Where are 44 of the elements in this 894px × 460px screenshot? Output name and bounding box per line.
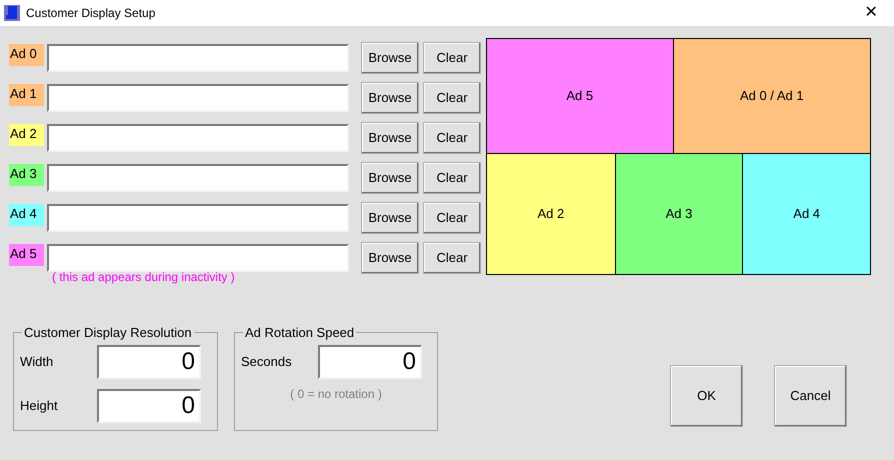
ad-region: Ad 4 bbox=[742, 154, 870, 274]
clear-button[interactable]: Clear bbox=[423, 82, 481, 114]
close-button[interactable]: ✕ bbox=[848, 0, 894, 26]
ad-label: Ad 3 bbox=[9, 164, 44, 186]
number-field[interactable]: 0 bbox=[97, 388, 201, 422]
clear-button[interactable]: Clear bbox=[423, 42, 481, 74]
note-text: ( 0 = no rotation ) bbox=[289, 386, 383, 402]
ad-path-field[interactable] bbox=[47, 124, 349, 152]
clear-button[interactable]: Clear bbox=[423, 162, 481, 194]
ad-path-field[interactable] bbox=[47, 204, 349, 232]
group-title: Customer Display Resolution bbox=[23, 324, 193, 342]
ad-region: Ad 2 bbox=[487, 154, 615, 274]
browse-button[interactable]: Browse bbox=[361, 42, 419, 74]
field-label: Width bbox=[20, 352, 54, 371]
ad-label: Ad 4 bbox=[9, 204, 44, 226]
ad-path-field[interactable] bbox=[47, 44, 349, 72]
ad-label: Ad 5 bbox=[9, 244, 44, 266]
ad-region: Ad 5 bbox=[487, 39, 673, 153]
number-field[interactable]: 0 bbox=[97, 344, 201, 378]
note-text: ( this ad appears during inactivity ) bbox=[52, 269, 235, 286]
app-icon bbox=[4, 5, 20, 21]
browse-button[interactable]: Browse bbox=[361, 82, 419, 114]
clear-button[interactable]: Clear bbox=[423, 122, 481, 154]
ad-label: Ad 0 bbox=[9, 44, 44, 66]
window-title: Customer Display Setup bbox=[26, 5, 156, 22]
clear-button[interactable]: Clear bbox=[423, 242, 481, 274]
ad-path-field[interactable] bbox=[47, 84, 349, 112]
number-field[interactable]: 0 bbox=[318, 344, 422, 378]
browse-button[interactable]: Browse bbox=[361, 242, 419, 274]
browse-button[interactable]: Browse bbox=[361, 122, 419, 154]
ad-region: Ad 3 bbox=[614, 154, 742, 274]
ad-label: Ad 2 bbox=[9, 124, 44, 146]
field-label: Height bbox=[20, 396, 59, 415]
ad-path-field[interactable] bbox=[47, 164, 349, 192]
browse-button[interactable]: Browse bbox=[361, 202, 419, 234]
cancel-button[interactable]: Cancel bbox=[774, 365, 847, 427]
field-label: Seconds bbox=[241, 352, 293, 371]
group-title: Ad Rotation Speed bbox=[244, 324, 356, 342]
ad-label: Ad 1 bbox=[9, 84, 44, 106]
browse-button[interactable]: Browse bbox=[361, 162, 419, 194]
ok-button[interactable]: OK bbox=[670, 365, 743, 427]
ad-region: Ad 0 / Ad 1 bbox=[672, 39, 870, 153]
clear-button[interactable]: Clear bbox=[423, 202, 481, 234]
ad-path-field[interactable] bbox=[47, 244, 349, 272]
